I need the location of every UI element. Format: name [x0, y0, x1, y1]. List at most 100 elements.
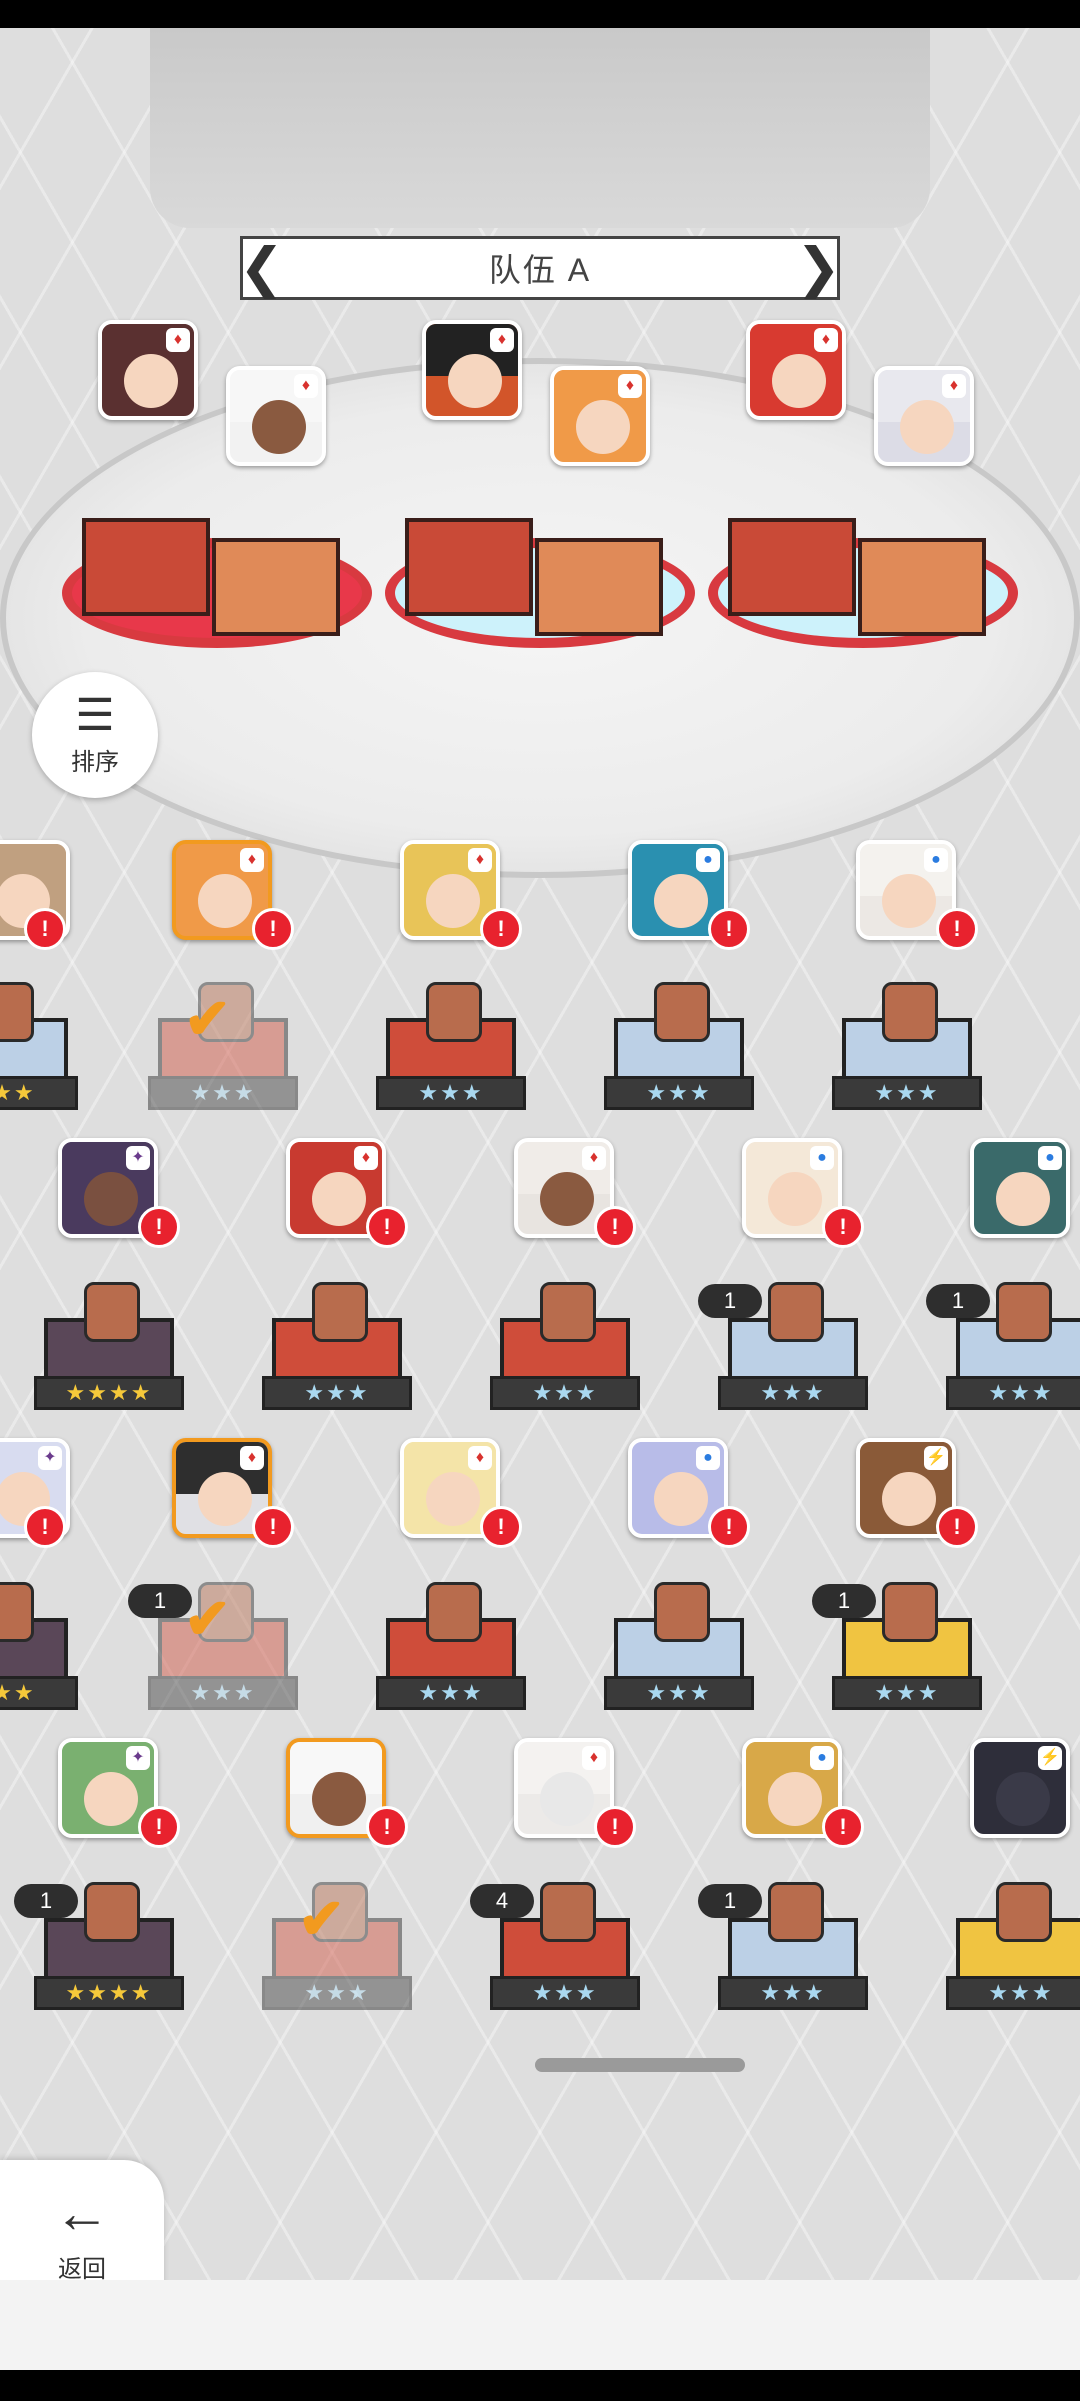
hero-pedestal[interactable]: ★★★	[490, 1882, 640, 2038]
alert-badge: !	[24, 908, 66, 950]
alert-badge: !	[936, 908, 978, 950]
hero-face	[996, 1172, 1050, 1226]
hero-sprite	[768, 1882, 824, 1942]
hero-pedestal[interactable]: ★★★	[718, 1282, 868, 1438]
team-hero-portrait[interactable]: ♦	[98, 320, 198, 420]
alert-badge: !	[366, 1806, 408, 1848]
hero-face	[84, 1772, 138, 1826]
hero-pedestal[interactable]: ★★★	[604, 1582, 754, 1738]
water-element-icon: ●	[696, 848, 720, 872]
slot-block	[212, 538, 340, 636]
hero-pedestal[interactable]: ★★★	[0, 1582, 78, 1738]
star-rating: ★★★	[490, 1976, 640, 2010]
alert-badge: !	[936, 1506, 978, 1548]
star-rating: ★★★	[376, 1076, 526, 1110]
duplicate-count-badge: 1	[812, 1584, 876, 1618]
hero-pedestal[interactable]: ★★★	[718, 1882, 868, 2038]
alert-badge: !	[822, 1806, 864, 1848]
slot-block	[405, 518, 533, 616]
hero-sprite	[540, 1282, 596, 1342]
hero-sprite	[312, 1282, 368, 1342]
fire-element-icon: ♦	[468, 848, 492, 872]
fire-element-icon: ♦	[618, 374, 642, 398]
formation-slot-1[interactable]	[62, 498, 372, 648]
water-element-icon: ●	[924, 848, 948, 872]
fire-element-icon: ♦	[814, 328, 838, 352]
hero-face	[252, 400, 306, 454]
alert-badge: !	[480, 1506, 522, 1548]
team-hero-portrait[interactable]: ♦	[550, 366, 650, 466]
hero-sprite	[84, 1282, 140, 1342]
hero-sprite	[768, 1282, 824, 1342]
hero-sprite	[426, 1582, 482, 1642]
hero-face	[768, 1772, 822, 1826]
hero-portrait[interactable]: ⚡	[970, 1738, 1070, 1838]
fire-element-icon: ♦	[582, 1146, 606, 1170]
star-rating: ★★★	[262, 1376, 412, 1410]
alert-badge: !	[252, 908, 294, 950]
scroll-indicator[interactable]	[535, 2058, 745, 2072]
hero-face	[540, 1772, 594, 1826]
star-rating: ★★★	[832, 1676, 982, 1710]
alert-badge: !	[138, 1206, 180, 1248]
hero-sprite	[882, 982, 938, 1042]
arena-backdrop	[150, 28, 930, 228]
hero-pedestal[interactable]: ★★★	[832, 982, 982, 1138]
hero-face	[882, 1472, 936, 1526]
team-hero-portrait[interactable]: ♦	[746, 320, 846, 420]
star-rating: ★★★	[718, 1976, 868, 2010]
star-rating: ★★★	[946, 1976, 1080, 2010]
hero-face	[426, 874, 480, 928]
star-rating: ★★★	[490, 1376, 640, 1410]
alert-badge: !	[252, 1506, 294, 1548]
hero-face	[576, 400, 630, 454]
star-rating: ★★★	[148, 1076, 298, 1110]
duplicate-count-badge: 1	[128, 1584, 192, 1618]
hero-sprite	[654, 982, 710, 1042]
hero-pedestal[interactable]: ★★★★	[34, 1282, 184, 1438]
hero-pedestal[interactable]: ★★★★	[34, 1882, 184, 2038]
hero-pedestal[interactable]: ★★★	[262, 1282, 412, 1438]
hero-pedestal[interactable]: ★★★	[946, 1882, 1080, 2038]
hero-sprite	[882, 1582, 938, 1642]
hero-face	[654, 1472, 708, 1526]
formation-slot-3[interactable]	[708, 498, 1018, 648]
slot-block	[858, 538, 986, 636]
star-rating: ★★★	[0, 1076, 78, 1110]
star-rating: ★★★	[832, 1076, 982, 1110]
star-rating: ★★★	[376, 1676, 526, 1710]
fire-element-icon: ♦	[468, 1446, 492, 1470]
team-hero-portrait[interactable]: ♦	[226, 366, 326, 466]
next-team-arrow-icon[interactable]: ❯	[796, 241, 841, 295]
hero-portrait[interactable]: ●	[970, 1138, 1070, 1238]
back-label: 返回	[58, 2255, 106, 2281]
hero-sprite	[0, 982, 34, 1042]
hero-face	[654, 874, 708, 928]
sort-button[interactable]: ☰ 排序	[32, 672, 158, 798]
alert-badge: !	[366, 1206, 408, 1248]
hero-pedestal[interactable]: ★★★	[604, 982, 754, 1138]
alert-badge: !	[594, 1206, 636, 1248]
hero-face	[900, 400, 954, 454]
hero-pedestal[interactable]: ★★★	[946, 1282, 1080, 1438]
selected-check-icon: ✔	[184, 987, 231, 1050]
team-hero-portrait[interactable]: ♦	[874, 366, 974, 466]
alert-badge: !	[594, 1806, 636, 1848]
hero-pedestal[interactable]: ★★★	[832, 1582, 982, 1738]
fire-element-icon: ♦	[240, 1446, 264, 1470]
formation-slot-2[interactable]	[385, 498, 695, 648]
hero-face	[312, 1172, 366, 1226]
hero-face	[198, 874, 252, 928]
team-hero-portrait[interactable]: ♦	[422, 320, 522, 420]
slot-block	[535, 538, 663, 636]
hero-pedestal[interactable]: ★★★	[490, 1282, 640, 1438]
prev-team-arrow-icon[interactable]: ❮	[239, 241, 284, 295]
hero-face	[882, 874, 936, 928]
hero-pedestal[interactable]: ★★★	[376, 1582, 526, 1738]
hero-pedestal[interactable]: ★★★	[0, 982, 78, 1138]
hero-face	[996, 1772, 1050, 1826]
back-button[interactable]: ← 返回	[0, 2160, 164, 2280]
hero-pedestal[interactable]: ★★★	[376, 982, 526, 1138]
hero-face	[312, 1772, 366, 1826]
water-element-icon: ●	[810, 1146, 834, 1170]
